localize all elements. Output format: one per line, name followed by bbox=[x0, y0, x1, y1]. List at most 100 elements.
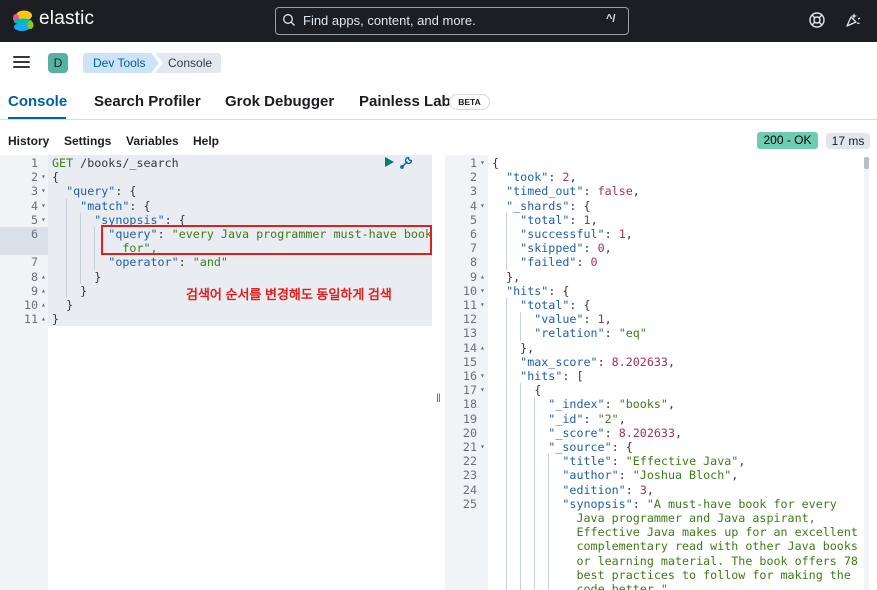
elastic-logo-icon[interactable] bbox=[11, 9, 35, 33]
code-text[interactable]: "_index": "books", bbox=[492, 397, 675, 411]
code-text[interactable]: } bbox=[52, 312, 59, 326]
code-line[interactable]: 14 ▴ }, bbox=[445, 340, 877, 355]
code-text[interactable]: "failed": 0 bbox=[492, 255, 597, 269]
code-line[interactable]: 25 "synopsis": "A must-have book for eve… bbox=[445, 496, 877, 511]
code-line[interactable]: 1 GET /books/_search bbox=[0, 156, 432, 170]
tab-grok-debugger[interactable]: Grok Debugger bbox=[225, 93, 334, 110]
code-text[interactable]: }, bbox=[492, 270, 520, 284]
code-text[interactable]: "_shards": { bbox=[492, 199, 590, 213]
code-text[interactable]: { bbox=[52, 170, 59, 184]
menu-variables[interactable]: Variables bbox=[126, 134, 179, 148]
code-line[interactable]: 7 "skipped": 0, bbox=[445, 241, 877, 256]
code-text[interactable]: "_score": 8.202633, bbox=[492, 426, 682, 440]
code-text[interactable]: { bbox=[492, 156, 499, 170]
code-text[interactable]: "operator": "and" bbox=[52, 255, 228, 269]
code-line[interactable]: Java programmer and Java aspirant, bbox=[445, 511, 877, 526]
code-text[interactable]: Java programmer and Java aspirant, bbox=[492, 511, 815, 525]
menu-history[interactable]: History bbox=[8, 134, 49, 148]
code-text[interactable]: "timed_out": false, bbox=[492, 184, 640, 198]
fold-toggle-icon[interactable]: ▴ bbox=[41, 312, 46, 326]
code-text[interactable]: "author": "Joshua Bloch", bbox=[492, 468, 738, 482]
code-line[interactable]: 18 "_index": "books", bbox=[445, 397, 877, 412]
code-line[interactable]: 8 "failed": 0 bbox=[445, 255, 877, 270]
code-text[interactable]: "query": { bbox=[52, 184, 136, 198]
code-text[interactable]: "successful": 1, bbox=[492, 227, 633, 241]
menu-help[interactable]: Help bbox=[193, 134, 219, 148]
code-text[interactable]: "took": 2, bbox=[492, 170, 576, 184]
code-line[interactable]: 11 ▴} bbox=[0, 312, 432, 326]
code-line[interactable]: 10 ▾ "hits": { bbox=[445, 284, 877, 298]
code-line[interactable]: 23 "author": "Joshua Bloch", bbox=[445, 468, 877, 483]
code-text[interactable]: or learning material. The book offers 78 bbox=[492, 554, 857, 568]
tab-painless-lab[interactable]: Painless Lab bbox=[359, 93, 451, 110]
code-line[interactable]: 22 "title": "Effective Java", bbox=[445, 454, 877, 469]
code-line[interactable]: 1 ▾ { bbox=[445, 156, 877, 170]
code-text[interactable]: } bbox=[52, 298, 73, 312]
fold-toggle-icon[interactable]: ▾ bbox=[480, 156, 485, 170]
code-text[interactable]: "hits": { bbox=[492, 284, 569, 298]
fold-toggle-icon[interactable]: ▾ bbox=[41, 170, 46, 184]
code-line[interactable]: 7 "operator": "and" bbox=[0, 255, 432, 270]
code-line[interactable]: 24 "edition": 3, bbox=[445, 482, 877, 497]
code-line[interactable]: 21 ▾ "_source": { bbox=[445, 440, 877, 455]
fold-toggle-icon[interactable]: ▾ bbox=[480, 298, 485, 312]
fold-toggle-icon[interactable]: ▾ bbox=[480, 440, 485, 454]
code-line[interactable]: 8 ▴ } bbox=[0, 269, 432, 284]
code-line[interactable]: 11 ▾ "total": { bbox=[445, 298, 877, 313]
app-logo-text[interactable]: elastic bbox=[39, 8, 94, 30]
search-placeholder[interactable]: Find apps, content, and more. bbox=[303, 13, 476, 28]
fold-toggle-icon[interactable]: ▴ bbox=[41, 284, 46, 298]
response-viewer[interactable]: 1 ▾{2 "took": 2, 3 "timed_out": false, 4 ▾ "… bbox=[445, 155, 877, 590]
tab-console[interactable]: Console bbox=[8, 93, 67, 110]
resize-grip-icon[interactable]: ‖ bbox=[432, 391, 445, 405]
fold-toggle-icon[interactable]: ▾ bbox=[480, 383, 485, 397]
code-text[interactable]: "match": { bbox=[52, 199, 150, 213]
code-line[interactable]: complementary read with other Java books bbox=[445, 539, 877, 554]
code-line[interactable]: Effective Java makes up for an excellent bbox=[445, 525, 877, 540]
menu-settings[interactable]: Settings bbox=[64, 134, 111, 148]
fold-toggle-icon[interactable]: ▾ bbox=[41, 199, 46, 213]
fold-toggle-icon[interactable]: ▾ bbox=[480, 369, 485, 383]
code-text[interactable]: "edition": 3, bbox=[492, 483, 654, 497]
code-text[interactable]: complementary read with other Java books bbox=[492, 539, 857, 553]
fold-toggle-icon[interactable]: ▾ bbox=[480, 199, 485, 213]
code-line[interactable]: best practices to follow for making the bbox=[445, 567, 877, 582]
space-avatar[interactable]: D bbox=[48, 53, 68, 73]
code-text[interactable]: "title": "Effective Java", bbox=[492, 454, 745, 468]
code-line[interactable]: 2 ▾ { bbox=[0, 170, 432, 184]
code-text[interactable]: "synopsis": "A must-have book for every bbox=[492, 497, 836, 511]
request-editor[interactable]: 1 GET /books/_search 2 ▾{3 ▾ "query": {4 ▾ "m… bbox=[0, 155, 432, 590]
fold-toggle-icon[interactable]: ▴ bbox=[41, 298, 46, 312]
code-text[interactable]: "_id": "2", bbox=[492, 412, 625, 426]
fold-toggle-icon[interactable]: ▾ bbox=[41, 184, 46, 198]
whats-new-icon[interactable] bbox=[844, 11, 862, 29]
help-lifebuoy-icon[interactable] bbox=[808, 11, 826, 29]
code-text[interactable]: "total": { bbox=[492, 298, 590, 312]
code-text[interactable]: "total": 1, bbox=[492, 213, 597, 227]
code-line[interactable]: 12 "value": 1, bbox=[445, 312, 877, 327]
code-line[interactable]: 15 "max_score": 8.202633, bbox=[445, 354, 877, 369]
code-text[interactable]: } bbox=[52, 284, 87, 298]
fold-toggle-icon[interactable]: ▾ bbox=[41, 213, 46, 227]
code-text[interactable]: "value": 1, bbox=[492, 312, 611, 326]
fold-toggle-icon[interactable]: ▴ bbox=[480, 341, 485, 355]
code-line[interactable]: 3 "timed_out": false, bbox=[445, 184, 877, 198]
code-line[interactable]: 17 ▾ { bbox=[445, 383, 877, 398]
code-text[interactable]: { bbox=[492, 383, 541, 397]
code-line[interactable]: 9 ▴ }, bbox=[445, 270, 877, 284]
code-text[interactable]: }, bbox=[492, 341, 534, 355]
code-text[interactable]: code better." bbox=[492, 582, 667, 590]
code-line[interactable]: or learning material. The book offers 78 bbox=[445, 553, 877, 568]
menu-hamburger-icon[interactable] bbox=[13, 55, 31, 70]
tab-search-profiler[interactable]: Search Profiler bbox=[94, 93, 201, 110]
code-text[interactable]: "max_score": 8.202633, bbox=[492, 355, 675, 369]
code-line[interactable]: 19 "_id": "2", bbox=[445, 411, 877, 426]
fold-toggle-icon[interactable]: ▾ bbox=[480, 284, 485, 298]
code-text[interactable]: "skipped": 0, bbox=[492, 241, 612, 255]
code-text[interactable]: best practices to follow for making the bbox=[492, 568, 850, 582]
code-line[interactable]: 3 ▾ "query": { bbox=[0, 184, 432, 198]
code-line[interactable]: 5 "total": 1, bbox=[445, 212, 877, 227]
panel-resize-divider[interactable]: ‖ bbox=[432, 155, 445, 590]
code-line[interactable]: 4 ▾ "match": { bbox=[0, 198, 432, 213]
code-text[interactable]: "relation": "eq" bbox=[492, 326, 647, 340]
